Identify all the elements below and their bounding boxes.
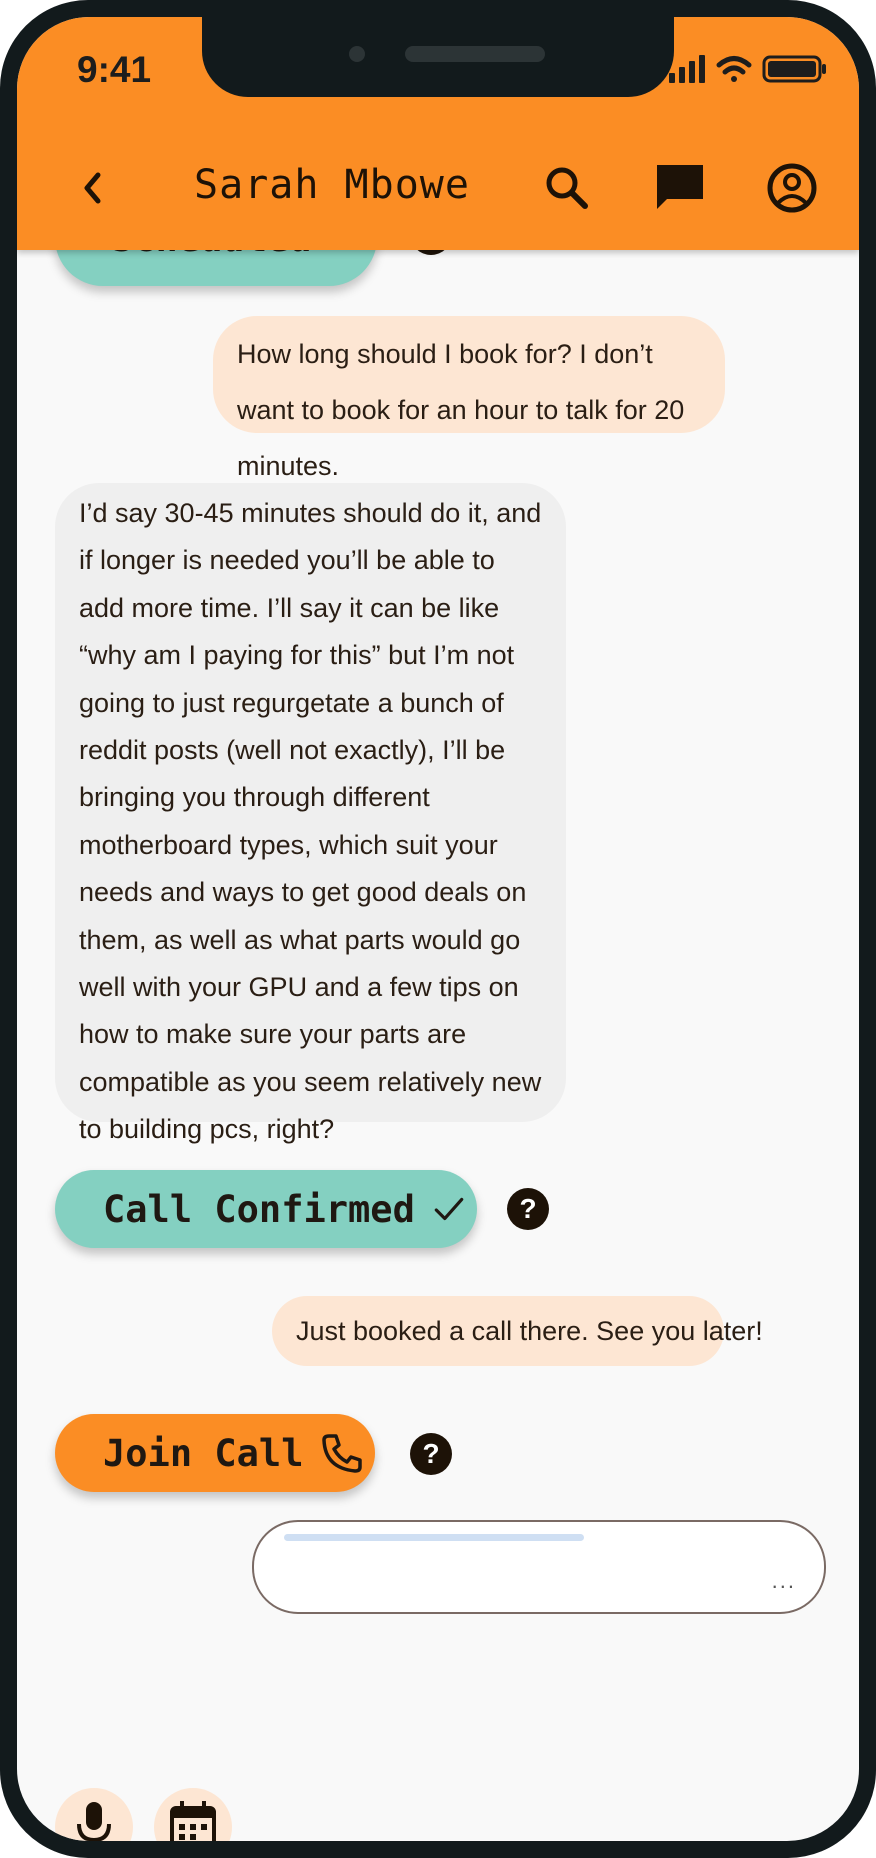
camera-dot bbox=[349, 46, 365, 62]
device-notch bbox=[202, 17, 674, 97]
help-icon[interactable]: ? bbox=[506, 1187, 550, 1231]
outgoing-message-text: How long should I book for? I don’t want… bbox=[237, 339, 685, 481]
call-confirmed-label: Call Confirmed bbox=[103, 1187, 415, 1231]
incoming-message-text: I’d say 30-45 minutes should do it, and … bbox=[79, 498, 542, 1145]
incoming-message: I’d say 30-45 minutes should do it, and … bbox=[55, 483, 566, 1144]
search-icon[interactable] bbox=[540, 161, 594, 215]
battery-icon bbox=[762, 55, 826, 83]
input-more-dots: ... bbox=[771, 1568, 796, 1593]
app-header: 9:41 Sarah Mbowe bbox=[17, 17, 859, 250]
chat-icon[interactable] bbox=[653, 161, 707, 215]
call-confirmed-pill[interactable]: Call Confirmed bbox=[55, 1170, 477, 1248]
account-icon[interactable] bbox=[765, 161, 819, 215]
status-time: 9:41 bbox=[77, 49, 152, 90]
calendar-button[interactable] bbox=[154, 1788, 232, 1841]
wifi-icon bbox=[716, 56, 752, 82]
help-icon[interactable]: ? bbox=[409, 1432, 453, 1476]
chat-thread: Scheduled ? How long should I book for? … bbox=[17, 190, 859, 1841]
back-chevron-icon[interactable] bbox=[67, 161, 121, 215]
outgoing-message-text: Just booked a call there. See you later! bbox=[296, 1316, 763, 1346]
svg-text:?: ? bbox=[422, 1438, 439, 1469]
phone-frame: 9:41 Sarah Mbowe How long should I book … bbox=[0, 0, 876, 1858]
svg-text:?: ? bbox=[519, 1193, 536, 1224]
message-input[interactable]: ... bbox=[252, 1520, 826, 1614]
outgoing-message: Just booked a call there. See you later! bbox=[272, 1296, 763, 1366]
speaker-grille bbox=[405, 46, 545, 62]
calendar-icon bbox=[170, 1801, 216, 1841]
input-progress-line bbox=[284, 1534, 584, 1541]
outgoing-message: How long should I book for? I don’t want… bbox=[213, 316, 725, 481]
signal-icon bbox=[669, 55, 705, 83]
join-call-button[interactable]: Join Call bbox=[55, 1414, 375, 1492]
check-icon bbox=[434, 1197, 464, 1221]
microphone-button[interactable] bbox=[55, 1788, 133, 1841]
contact-name-title: Sarah Mbowe bbox=[194, 162, 470, 208]
microphone-icon bbox=[77, 1802, 111, 1841]
join-call-label: Join Call bbox=[103, 1431, 304, 1475]
phone-icon bbox=[322, 1434, 363, 1473]
status-icons bbox=[669, 55, 826, 83]
phone-screen: 9:41 Sarah Mbowe How long should I book … bbox=[17, 17, 859, 1841]
